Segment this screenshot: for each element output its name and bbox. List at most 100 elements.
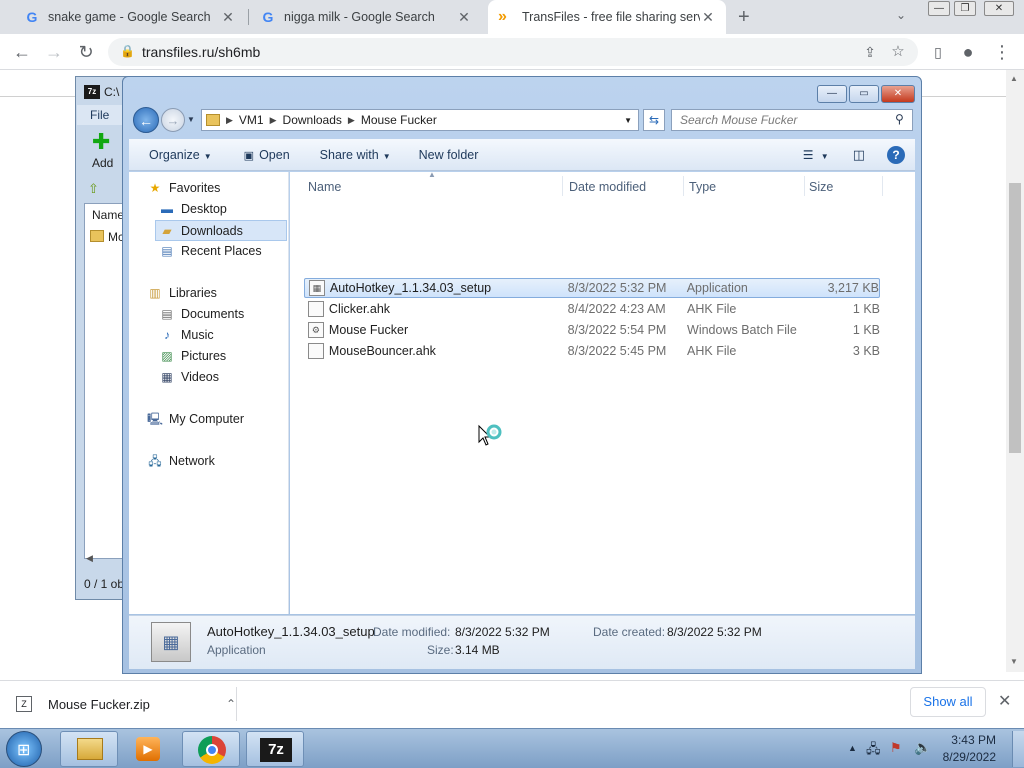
nav-downloads[interactable]: ▰ Downloads: [155, 220, 287, 241]
address-dropdown-icon[interactable]: ▼: [624, 116, 632, 125]
menu-dots-icon[interactable]: ⋮: [990, 40, 1014, 64]
nav-videos[interactable]: ▦ Videos: [159, 370, 219, 384]
close-button[interactable]: ✕: [881, 85, 915, 103]
nav-libraries[interactable]: ▥ Libraries: [147, 286, 217, 300]
breadcrumb-vm1[interactable]: VM1: [239, 113, 264, 127]
breadcrumb-downloads[interactable]: Downloads: [283, 113, 342, 127]
address-bar[interactable]: 🔒 transfiles.ru/sh6mb: [108, 38, 918, 66]
table-row[interactable]: Clicker.ahk 8/4/2022 4:23 AM AHK File 1 …: [304, 299, 880, 319]
back-icon[interactable]: ←: [133, 107, 159, 133]
taskbar-explorer[interactable]: [60, 731, 118, 767]
new-folder-button[interactable]: New folder: [419, 148, 479, 162]
profile-avatar-icon[interactable]: ●: [956, 40, 980, 64]
scroll-up-icon[interactable]: ▲: [1010, 74, 1018, 83]
search-input[interactable]: Search Mouse Fucker: [671, 109, 913, 131]
page-scrollbar-thumb[interactable]: [1009, 183, 1021, 453]
close-icon[interactable]: ✕: [700, 9, 716, 26]
table-row[interactable]: MouseBouncer.ahk 8/3/2022 5:45 PM AHK Fi…: [304, 341, 880, 361]
back-icon[interactable]: ←: [10, 40, 34, 64]
nav-recent-places[interactable]: ▤ Recent Places: [159, 244, 261, 258]
bookmark-star-icon[interactable]: ☆: [886, 40, 910, 64]
taskbar-chrome[interactable]: [182, 731, 240, 767]
scroll-left-icon[interactable]: ◀: [86, 553, 93, 564]
table-row[interactable]: ⚙ Mouse Fucker 8/3/2022 5:54 PM Windows …: [304, 320, 880, 340]
volume-icon[interactable]: 🔈: [914, 739, 931, 756]
help-icon[interactable]: ?: [887, 145, 905, 164]
restore-button[interactable]: ❐: [954, 1, 976, 16]
search-icon[interactable]: ⚲: [895, 112, 904, 126]
sevenzip-icon: 7z: [84, 85, 100, 99]
forward-icon[interactable]: →: [161, 108, 185, 132]
close-icon[interactable]: ✕: [456, 9, 472, 26]
download-item[interactable]: Z Mouse Fucker.zip ⌃: [16, 691, 236, 717]
share-icon[interactable]: ⇪: [858, 40, 882, 64]
column-header-size[interactable]: Size: [809, 180, 833, 194]
chevron-up-icon[interactable]: ⌃: [226, 697, 236, 711]
maximize-button[interactable]: ▭: [849, 85, 879, 103]
sevenzip-file-menu[interactable]: File: [90, 108, 109, 122]
scroll-down-icon[interactable]: ▼: [1010, 657, 1018, 666]
show-all-button[interactable]: Show all: [910, 687, 986, 717]
add-icon[interactable]: ✚: [92, 131, 110, 153]
windows-logo-icon: ⊞: [17, 742, 31, 759]
sevenzip-add-label[interactable]: Add: [92, 156, 113, 170]
tab-nigga-milk[interactable]: G nigga milk - Google Search ✕: [250, 0, 482, 34]
breadcrumb-arrow-icon[interactable]: ▶: [226, 115, 233, 126]
breadcrumb-arrow-icon[interactable]: ▶: [270, 115, 277, 126]
column-separator[interactable]: [804, 176, 805, 196]
column-header-date[interactable]: Date modified: [569, 180, 646, 194]
nav-desktop[interactable]: ▬ Desktop: [159, 202, 227, 216]
column-header-name[interactable]: Name: [308, 180, 341, 194]
side-panel-icon[interactable]: ▯: [926, 40, 950, 64]
breadcrumb[interactable]: ▶ VM1 ▶ Downloads ▶ Mouse Fucker ▼: [201, 109, 639, 131]
column-header-type[interactable]: Type: [689, 180, 716, 194]
show-hidden-icons-icon[interactable]: ▲: [848, 743, 857, 753]
column-separator[interactable]: [882, 176, 883, 196]
open-button[interactable]: ▣ Open: [244, 148, 290, 162]
nav-pictures[interactable]: ▨ Pictures: [159, 349, 226, 363]
nav-documents[interactable]: ▤ Documents: [159, 307, 244, 321]
sevenzip-column-name[interactable]: Name: [92, 208, 124, 222]
close-icon[interactable]: ✕: [220, 9, 236, 26]
taskbar-7zip[interactable]: 7z: [246, 731, 304, 767]
column-separator[interactable]: [683, 176, 684, 196]
table-row[interactable]: ▦ AutoHotkey_1.1.34.03_setup 8/3/2022 5:…: [304, 278, 880, 298]
preview-pane-icon[interactable]: ◫: [853, 147, 865, 163]
close-button[interactable]: ✕: [984, 1, 1014, 16]
breadcrumb-mouse-fucker[interactable]: Mouse Fucker: [361, 113, 437, 127]
close-icon[interactable]: ✕: [998, 691, 1011, 711]
nav-network[interactable]: 🖧 Network: [147, 454, 215, 468]
file-icon: [308, 343, 324, 359]
up-folder-icon[interactable]: ⇧: [88, 181, 99, 197]
show-desktop-button[interactable]: [1012, 731, 1024, 767]
forward-icon[interactable]: →: [42, 40, 66, 64]
network-status-icon[interactable]: 🖧: [866, 740, 881, 762]
clock-date[interactable]: 8/29/2022: [943, 750, 996, 764]
view-options-icon[interactable]: ☰ ▼: [803, 148, 829, 162]
minimize-button[interactable]: —: [817, 85, 847, 103]
nav-music[interactable]: ♪ Music: [159, 328, 214, 342]
refresh-icon[interactable]: ⇆: [643, 109, 665, 131]
organize-button[interactable]: Organize ▼: [149, 148, 212, 162]
transfiles-icon: »: [498, 8, 507, 25]
explorer-window[interactable]: — ▭ ✕ ← → ▼ ▶ VM1 ▶ Downloads ▶ Mouse Fu…: [122, 76, 922, 674]
start-button[interactable]: ⊞: [6, 731, 42, 767]
nav-my-computer[interactable]: 🖳 My Computer: [147, 412, 244, 426]
minimize-button[interactable]: —: [928, 1, 950, 16]
details-size: 3.14 MB: [455, 643, 500, 657]
clock-time[interactable]: 3:43 PM: [951, 733, 996, 747]
media-player-icon[interactable]: ▶: [136, 737, 160, 761]
action-center-icon[interactable]: ⚑: [890, 740, 902, 756]
nav-favorites[interactable]: ★ Favorites: [147, 181, 221, 195]
tab-snake-game[interactable]: G snake game - Google Search ✕: [14, 0, 246, 34]
tab-transfiles[interactable]: » TransFiles - free file sharing servi ✕: [488, 0, 726, 34]
new-tab-icon[interactable]: +: [738, 6, 750, 29]
tab-search-icon[interactable]: ⌄: [896, 8, 906, 22]
column-separator[interactable]: [562, 176, 563, 196]
folder-icon: [77, 738, 103, 760]
recent-pages-icon[interactable]: ▼: [187, 115, 195, 124]
details-date-created: 8/3/2022 5:32 PM: [667, 625, 762, 639]
breadcrumb-arrow-icon[interactable]: ▶: [348, 115, 355, 126]
reload-icon[interactable]: ↻: [74, 40, 98, 64]
share-with-button[interactable]: Share with ▼: [320, 148, 391, 162]
